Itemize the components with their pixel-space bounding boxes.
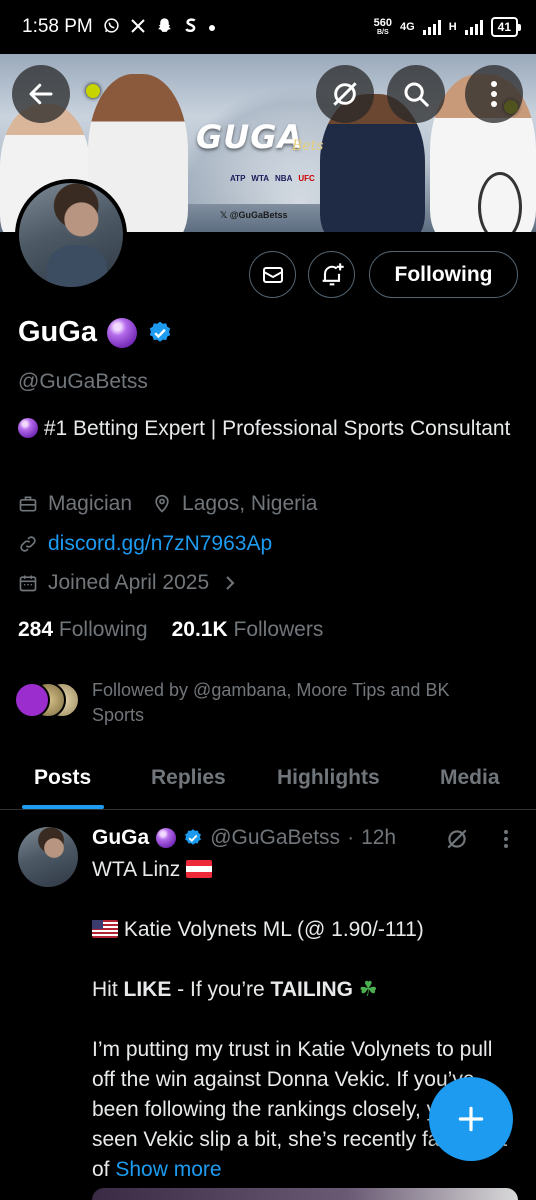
banner-handle: 𝕏 @GuGaBetss xyxy=(220,210,288,220)
racket-image xyxy=(478,172,522,232)
post-more-icon[interactable] xyxy=(503,829,509,849)
profile-profession: Magician Lagos, Nigeria xyxy=(18,492,317,516)
profile-bio: #1 Betting Expert | Professional Sports … xyxy=(18,414,518,444)
profile-handle: @GuGaBetss xyxy=(18,370,148,393)
verified-badge-icon xyxy=(185,829,202,845)
clover-icon: ☘ xyxy=(358,978,378,1001)
notifications-button[interactable] xyxy=(308,251,355,298)
briefcase-icon xyxy=(19,496,37,512)
grok-icon[interactable] xyxy=(444,826,470,852)
austria-flag-icon xyxy=(186,860,213,878)
bell-plus-icon xyxy=(322,262,344,285)
banner-logo-sub: Bets xyxy=(292,138,324,154)
crystal-ball-icon xyxy=(18,418,38,438)
usa-flag-icon xyxy=(92,920,118,938)
message-button[interactable] xyxy=(249,251,296,298)
envelope-icon xyxy=(262,266,283,283)
link-icon xyxy=(20,536,36,552)
profile-avatar[interactable] xyxy=(15,179,127,291)
signal-icon-2 xyxy=(464,19,483,35)
crystal-ball-icon xyxy=(156,828,177,848)
verified-badge-icon xyxy=(149,321,171,342)
chevron-right-icon xyxy=(226,576,235,590)
post-time: 12h xyxy=(361,826,397,849)
search-icon xyxy=(404,82,429,107)
back-arrow-icon xyxy=(29,83,53,105)
profile-name: GuGa xyxy=(18,316,173,349)
location-pin-icon xyxy=(155,494,169,513)
more-options-button[interactable] xyxy=(465,65,523,123)
post-avatar[interactable] xyxy=(18,827,78,887)
x-icon xyxy=(130,18,146,37)
website-link[interactable]: discord.gg/n7zN7963Ap xyxy=(48,532,272,556)
profile-tabs: Posts Replies Highlights Media xyxy=(0,750,536,810)
grok-button[interactable] xyxy=(316,65,374,123)
network-type: 4G xyxy=(400,21,415,33)
tab-replies[interactable]: Replies xyxy=(151,766,226,790)
signal-icon xyxy=(422,19,441,35)
tab-media[interactable]: Media xyxy=(440,766,500,790)
profile-website: discord.gg/n7zN7963Ap xyxy=(18,532,272,556)
post-header: GuGa @GuGaBetss · 12h xyxy=(92,826,397,850)
followed-by[interactable]: Followed by @gambana, Moore Tips and BK … xyxy=(14,678,502,728)
active-tab-indicator xyxy=(22,805,104,809)
followers-count-link[interactable]: 20.1K Followers xyxy=(172,618,324,642)
grok-icon xyxy=(333,82,357,106)
status-bar: 1:58 PM 560 B/S 4G H 41 xyxy=(0,0,536,54)
tab-posts[interactable]: Posts xyxy=(34,766,91,790)
status-time: 1:58 PM xyxy=(22,16,93,37)
post-media-preview[interactable] xyxy=(92,1188,518,1200)
search-button[interactable] xyxy=(387,65,445,123)
tennis-ball-icon xyxy=(86,84,100,98)
tab-highlights[interactable]: Highlights xyxy=(277,766,380,790)
network-type-2: H xyxy=(448,21,457,33)
avatar xyxy=(14,682,50,718)
post-author[interactable]: GuGa xyxy=(92,826,149,850)
league-logos: ATP WTA NBA UFC xyxy=(230,174,315,183)
follow-counts: 284 Following 20.1K Followers xyxy=(18,618,323,642)
following-count-link[interactable]: 284 Following xyxy=(18,618,148,642)
network-speed: 560 B/S xyxy=(373,17,392,37)
profile-location: Lagos, Nigeria xyxy=(182,492,318,515)
post-handle: @GuGaBetss xyxy=(210,826,341,849)
compose-button[interactable] xyxy=(429,1077,513,1161)
whatsapp-icon xyxy=(103,17,120,37)
following-button[interactable]: Following xyxy=(369,251,518,298)
back-button[interactable] xyxy=(12,65,70,123)
show-more-link[interactable]: Show more xyxy=(115,1158,221,1181)
dot-icon xyxy=(208,20,216,35)
crystal-ball-icon xyxy=(106,317,137,348)
snapchat-icon xyxy=(156,17,173,37)
s-icon xyxy=(183,17,198,37)
plus-icon xyxy=(458,1106,484,1132)
more-vertical-icon xyxy=(491,81,497,107)
calendar-icon xyxy=(19,575,37,592)
banner-logo: GUGA xyxy=(196,118,304,156)
profile-joined[interactable]: Joined April 2025 xyxy=(18,571,237,595)
battery-icon: 41 xyxy=(490,17,522,37)
